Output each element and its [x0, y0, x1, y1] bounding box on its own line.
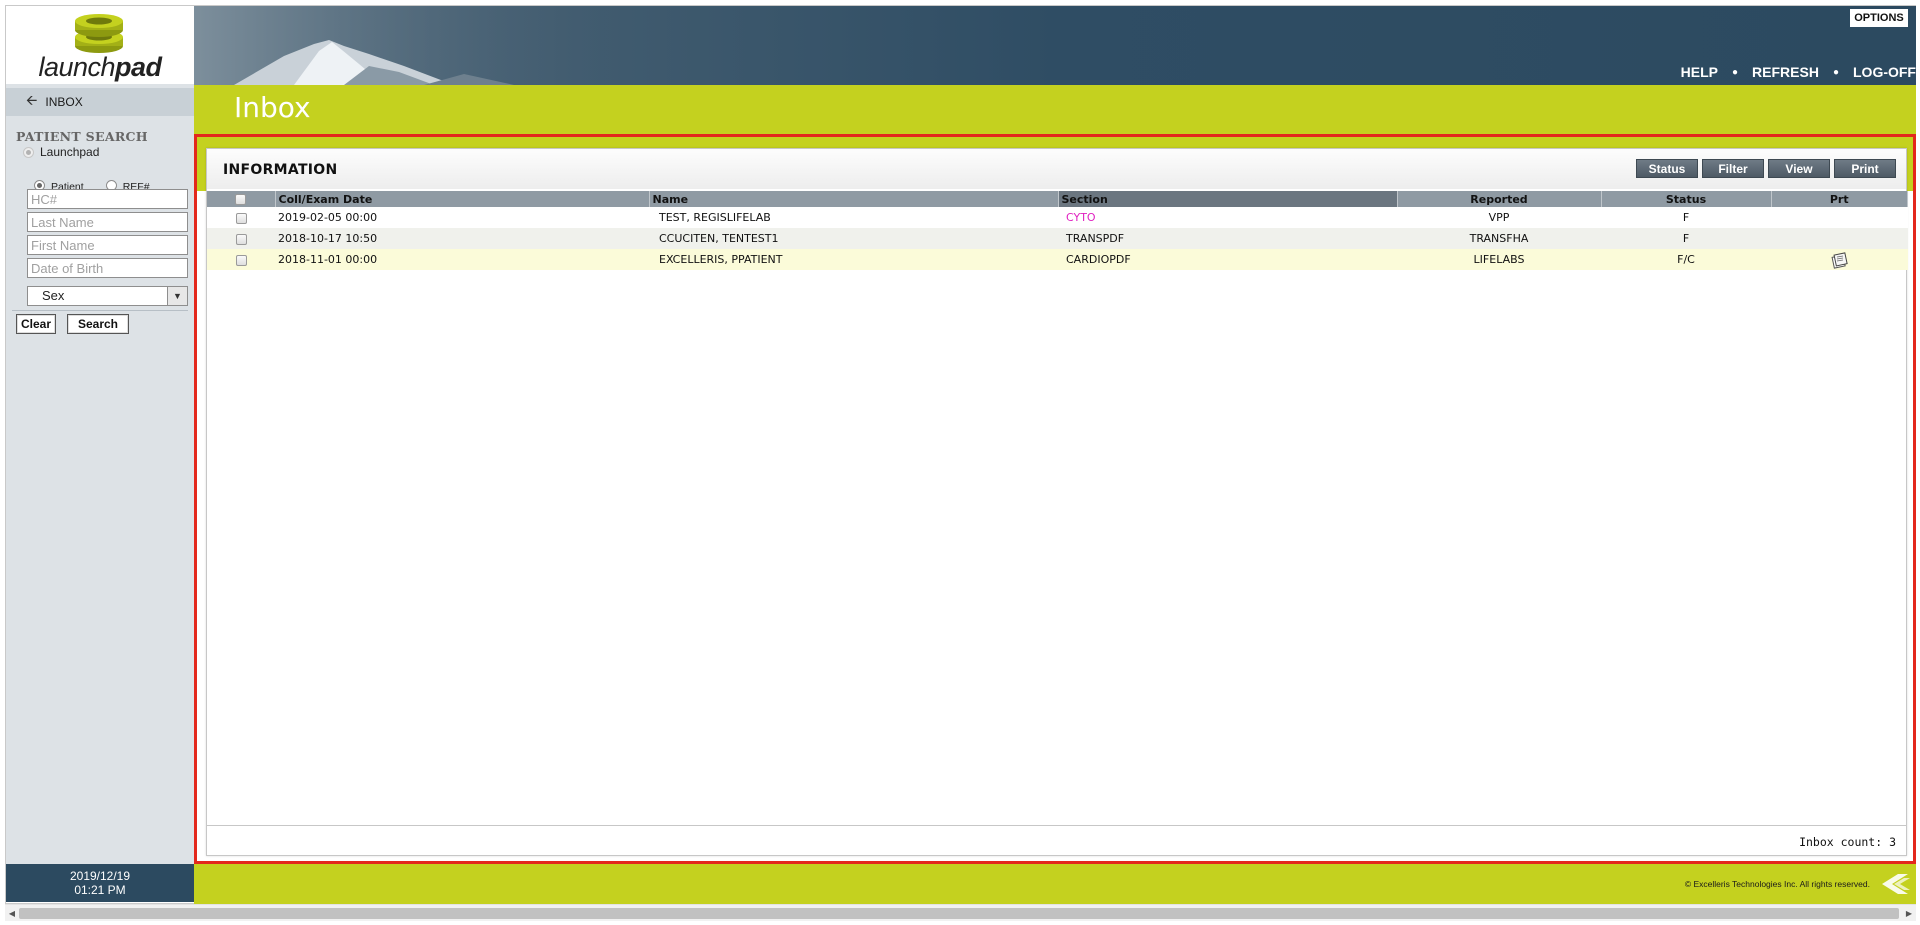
- table-row[interactable]: 2018-10-17 10:50 CCUCITEN, TENTEST1 TRAN…: [207, 228, 1908, 249]
- cell-name[interactable]: EXCELLERIS, PPATIENT: [649, 249, 1058, 270]
- cell-name[interactable]: TEST, REGISLIFELAB: [649, 207, 1058, 228]
- col-section[interactable]: Section: [1058, 191, 1398, 207]
- search-button[interactable]: Search: [67, 314, 129, 334]
- sidebar-item-inbox[interactable]: 🡨 INBOX: [6, 88, 194, 116]
- page-footer: © Excelleris Technologies Inc. All right…: [194, 864, 1916, 904]
- col-prt[interactable]: Prt: [1771, 191, 1908, 207]
- header-banner: OPTIONS HELP ● REFRESH ● LOG-OFF: [194, 6, 1916, 85]
- select-all-checkbox[interactable]: [235, 194, 247, 205]
- cell-date: 2019-02-05 00:00: [275, 207, 649, 228]
- table-header-row: Coll/Exam Date Name Section Reported Sta…: [207, 191, 1908, 207]
- sidebar-divider: [12, 310, 188, 311]
- copyright-text: © Excelleris Technologies Inc. All right…: [1684, 879, 1870, 889]
- page-title: Inbox: [234, 91, 311, 124]
- panel-actions: Status Filter View Print: [1636, 159, 1896, 178]
- col-name[interactable]: Name: [649, 191, 1059, 207]
- select-all-header: [207, 191, 276, 207]
- row-select-cell: [207, 249, 275, 270]
- source-option-launchpad[interactable]: Launchpad: [23, 145, 99, 159]
- logoff-link[interactable]: LOG-OFF: [1853, 64, 1916, 80]
- first-name-input[interactable]: [27, 235, 188, 255]
- row-checkbox[interactable]: [235, 233, 247, 245]
- cell-prt: [1771, 249, 1908, 270]
- back-arrow-icon: 🡨: [26, 92, 38, 108]
- cell-date: 2018-10-17 10:50: [275, 228, 649, 249]
- cell-date: 2018-11-01 00:00: [275, 249, 649, 270]
- sex-select[interactable]: Sex ▼: [27, 286, 188, 306]
- launchpad-radio[interactable]: [23, 146, 34, 158]
- inbox-count: Inbox count: 3: [1799, 835, 1896, 849]
- scroll-left-icon[interactable]: ◀: [7, 908, 17, 919]
- date-of-birth-input[interactable]: [27, 258, 188, 278]
- cell-status: F/C: [1601, 249, 1771, 270]
- sidebar-item-inbox-label: INBOX: [45, 95, 83, 109]
- main-content: INFORMATION Status Filter View Print Col…: [194, 134, 1916, 864]
- view-button[interactable]: View: [1768, 159, 1830, 178]
- information-panel: INFORMATION Status Filter View Print Col…: [206, 148, 1908, 856]
- scroll-right-icon[interactable]: ▶: [1904, 908, 1914, 919]
- sidebar: launchpad 🡨 INBOX PATIENT SEARCH Launchp…: [6, 6, 194, 902]
- row-checkbox[interactable]: [235, 254, 247, 266]
- date-time-display: 2019/12/19 01:21 PM: [6, 864, 194, 902]
- col-reported[interactable]: Reported: [1397, 191, 1602, 207]
- row-select-cell: [207, 228, 275, 249]
- cell-section[interactable]: TRANSPDF: [1058, 228, 1397, 249]
- panel-title: INFORMATION: [223, 162, 338, 178]
- cell-reported: TRANSFHA: [1397, 228, 1601, 249]
- filter-button[interactable]: Filter: [1702, 159, 1764, 178]
- cell-prt: [1771, 207, 1908, 228]
- panel-footer: Inbox count: 3: [207, 825, 1906, 855]
- patient-search-title: PATIENT SEARCH: [16, 129, 148, 144]
- cell-section[interactable]: CYTO: [1058, 207, 1397, 228]
- mountain-banner-image: [194, 6, 614, 85]
- last-name-input[interactable]: [27, 212, 188, 232]
- inbox-table: Coll/Exam Date Name Section Reported Sta…: [207, 191, 1908, 270]
- cell-reported: LIFELABS: [1397, 249, 1601, 270]
- title-bar: Inbox: [194, 85, 1916, 134]
- sex-select-value: Sex: [42, 288, 65, 303]
- cell-section[interactable]: CARDIOPDF: [1058, 249, 1397, 270]
- cell-status: F: [1601, 228, 1771, 249]
- scrollbar-thumb[interactable]: [19, 908, 1899, 919]
- refresh-link[interactable]: REFRESH: [1752, 64, 1819, 80]
- col-status[interactable]: Status: [1601, 191, 1772, 207]
- print-document-icon[interactable]: [1830, 251, 1848, 269]
- top-nav: HELP ● REFRESH ● LOG-OFF: [1681, 64, 1916, 80]
- nav-separator: ●: [1732, 66, 1739, 78]
- help-link[interactable]: HELP: [1681, 64, 1718, 80]
- launchpad-logo-icon: [75, 14, 123, 53]
- launchpad-logo: launchpad: [6, 6, 194, 84]
- table-row[interactable]: 2019-02-05 00:00 TEST, REGISLIFELAB CYTO…: [207, 207, 1908, 228]
- chevron-down-icon[interactable]: ▼: [167, 287, 187, 305]
- col-coll-exam-date[interactable]: Coll/Exam Date: [275, 191, 650, 207]
- hc-number-input[interactable]: [27, 189, 188, 209]
- print-button[interactable]: Print: [1834, 159, 1896, 178]
- row-select-cell: [207, 207, 275, 228]
- row-checkbox[interactable]: [235, 212, 247, 224]
- current-time: 01:21 PM: [74, 883, 126, 897]
- excelleris-logo-icon: [1882, 874, 1910, 894]
- horizontal-scrollbar[interactable]: ◀ ▶: [5, 904, 1916, 921]
- clear-button[interactable]: Clear: [16, 314, 56, 334]
- cell-status: F: [1601, 207, 1771, 228]
- options-button[interactable]: OPTIONS: [1850, 9, 1908, 27]
- cell-reported: VPP: [1397, 207, 1601, 228]
- nav-separator: ●: [1832, 66, 1839, 78]
- launchpad-radio-label: Launchpad: [40, 145, 100, 159]
- cell-name[interactable]: CCUCITEN, TENTEST1: [649, 228, 1058, 249]
- current-date: 2019/12/19: [69, 869, 131, 883]
- table-row[interactable]: 2018-11-01 00:00 EXCELLERIS, PPATIENT CA…: [207, 249, 1908, 270]
- status-button[interactable]: Status: [1636, 159, 1698, 178]
- launchpad-wordmark: launchpad: [38, 52, 162, 82]
- cell-prt: [1771, 228, 1908, 249]
- panel-header: INFORMATION Status Filter View Print: [207, 149, 1906, 189]
